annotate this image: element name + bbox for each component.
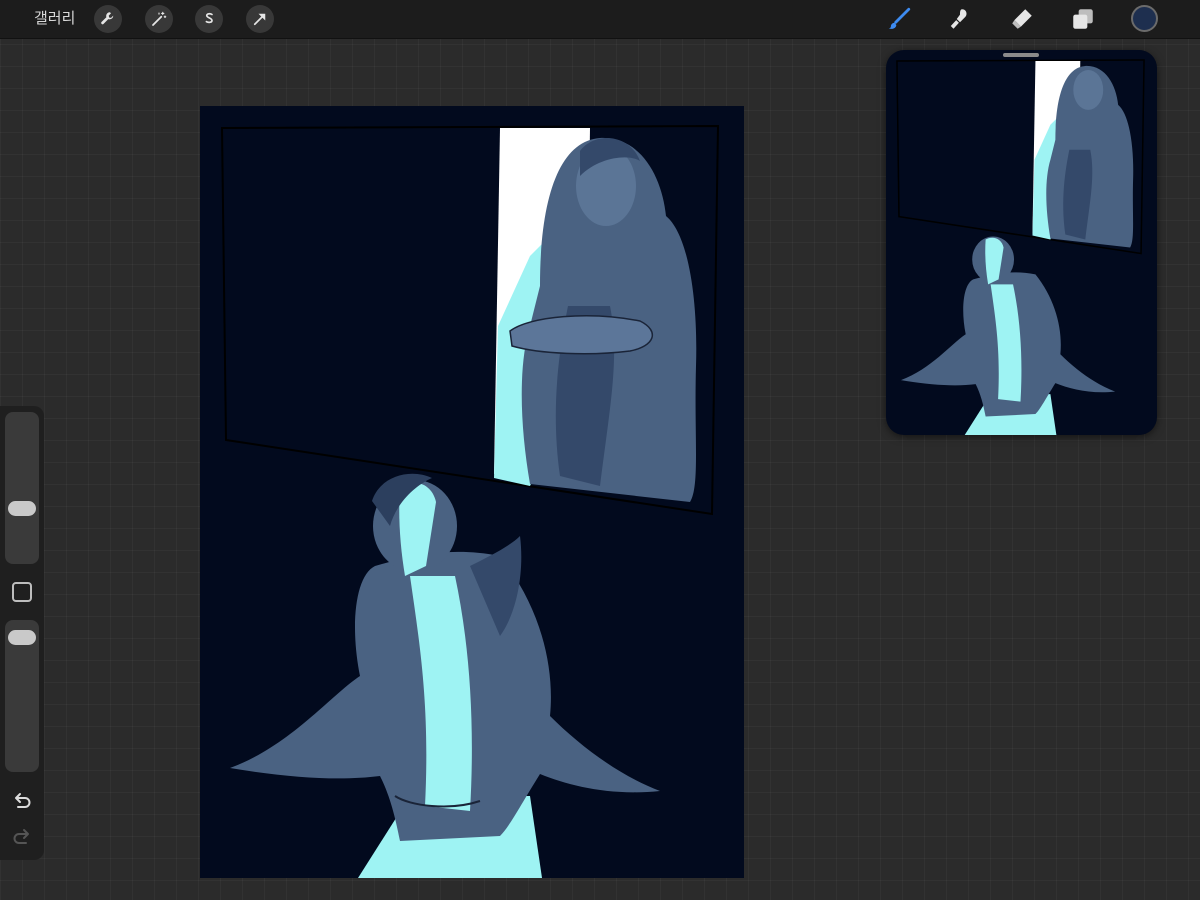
preview-artwork (896, 59, 1145, 435)
top-toolbar: 갤러리 (0, 0, 1200, 39)
brush-size-handle[interactable] (8, 501, 36, 517)
arrow-cursor-icon[interactable] (246, 5, 274, 33)
left-sidebar (0, 406, 44, 860)
undo-icon[interactable] (10, 790, 34, 814)
smudge-icon[interactable] (945, 5, 975, 33)
opacity-slider[interactable] (5, 620, 39, 772)
modify-square-icon[interactable] (12, 582, 32, 602)
drawing-canvas[interactable] (200, 106, 744, 878)
crossed-arms (509, 315, 653, 355)
reference-preview[interactable] (886, 50, 1157, 435)
eraser-icon[interactable] (1007, 5, 1037, 33)
selection-s-icon[interactable] (195, 5, 223, 33)
magic-wand-icon[interactable] (145, 5, 173, 33)
brush-icon[interactable] (884, 5, 914, 33)
opacity-handle[interactable] (8, 630, 36, 646)
artwork (220, 124, 720, 878)
color-swatch[interactable] (1131, 5, 1158, 32)
wrench-icon[interactable] (94, 5, 122, 33)
layers-icon[interactable] (1068, 5, 1098, 33)
redo-icon[interactable] (10, 826, 34, 850)
gallery-button[interactable]: 갤러리 (34, 8, 75, 28)
brush-size-slider[interactable] (5, 412, 39, 564)
